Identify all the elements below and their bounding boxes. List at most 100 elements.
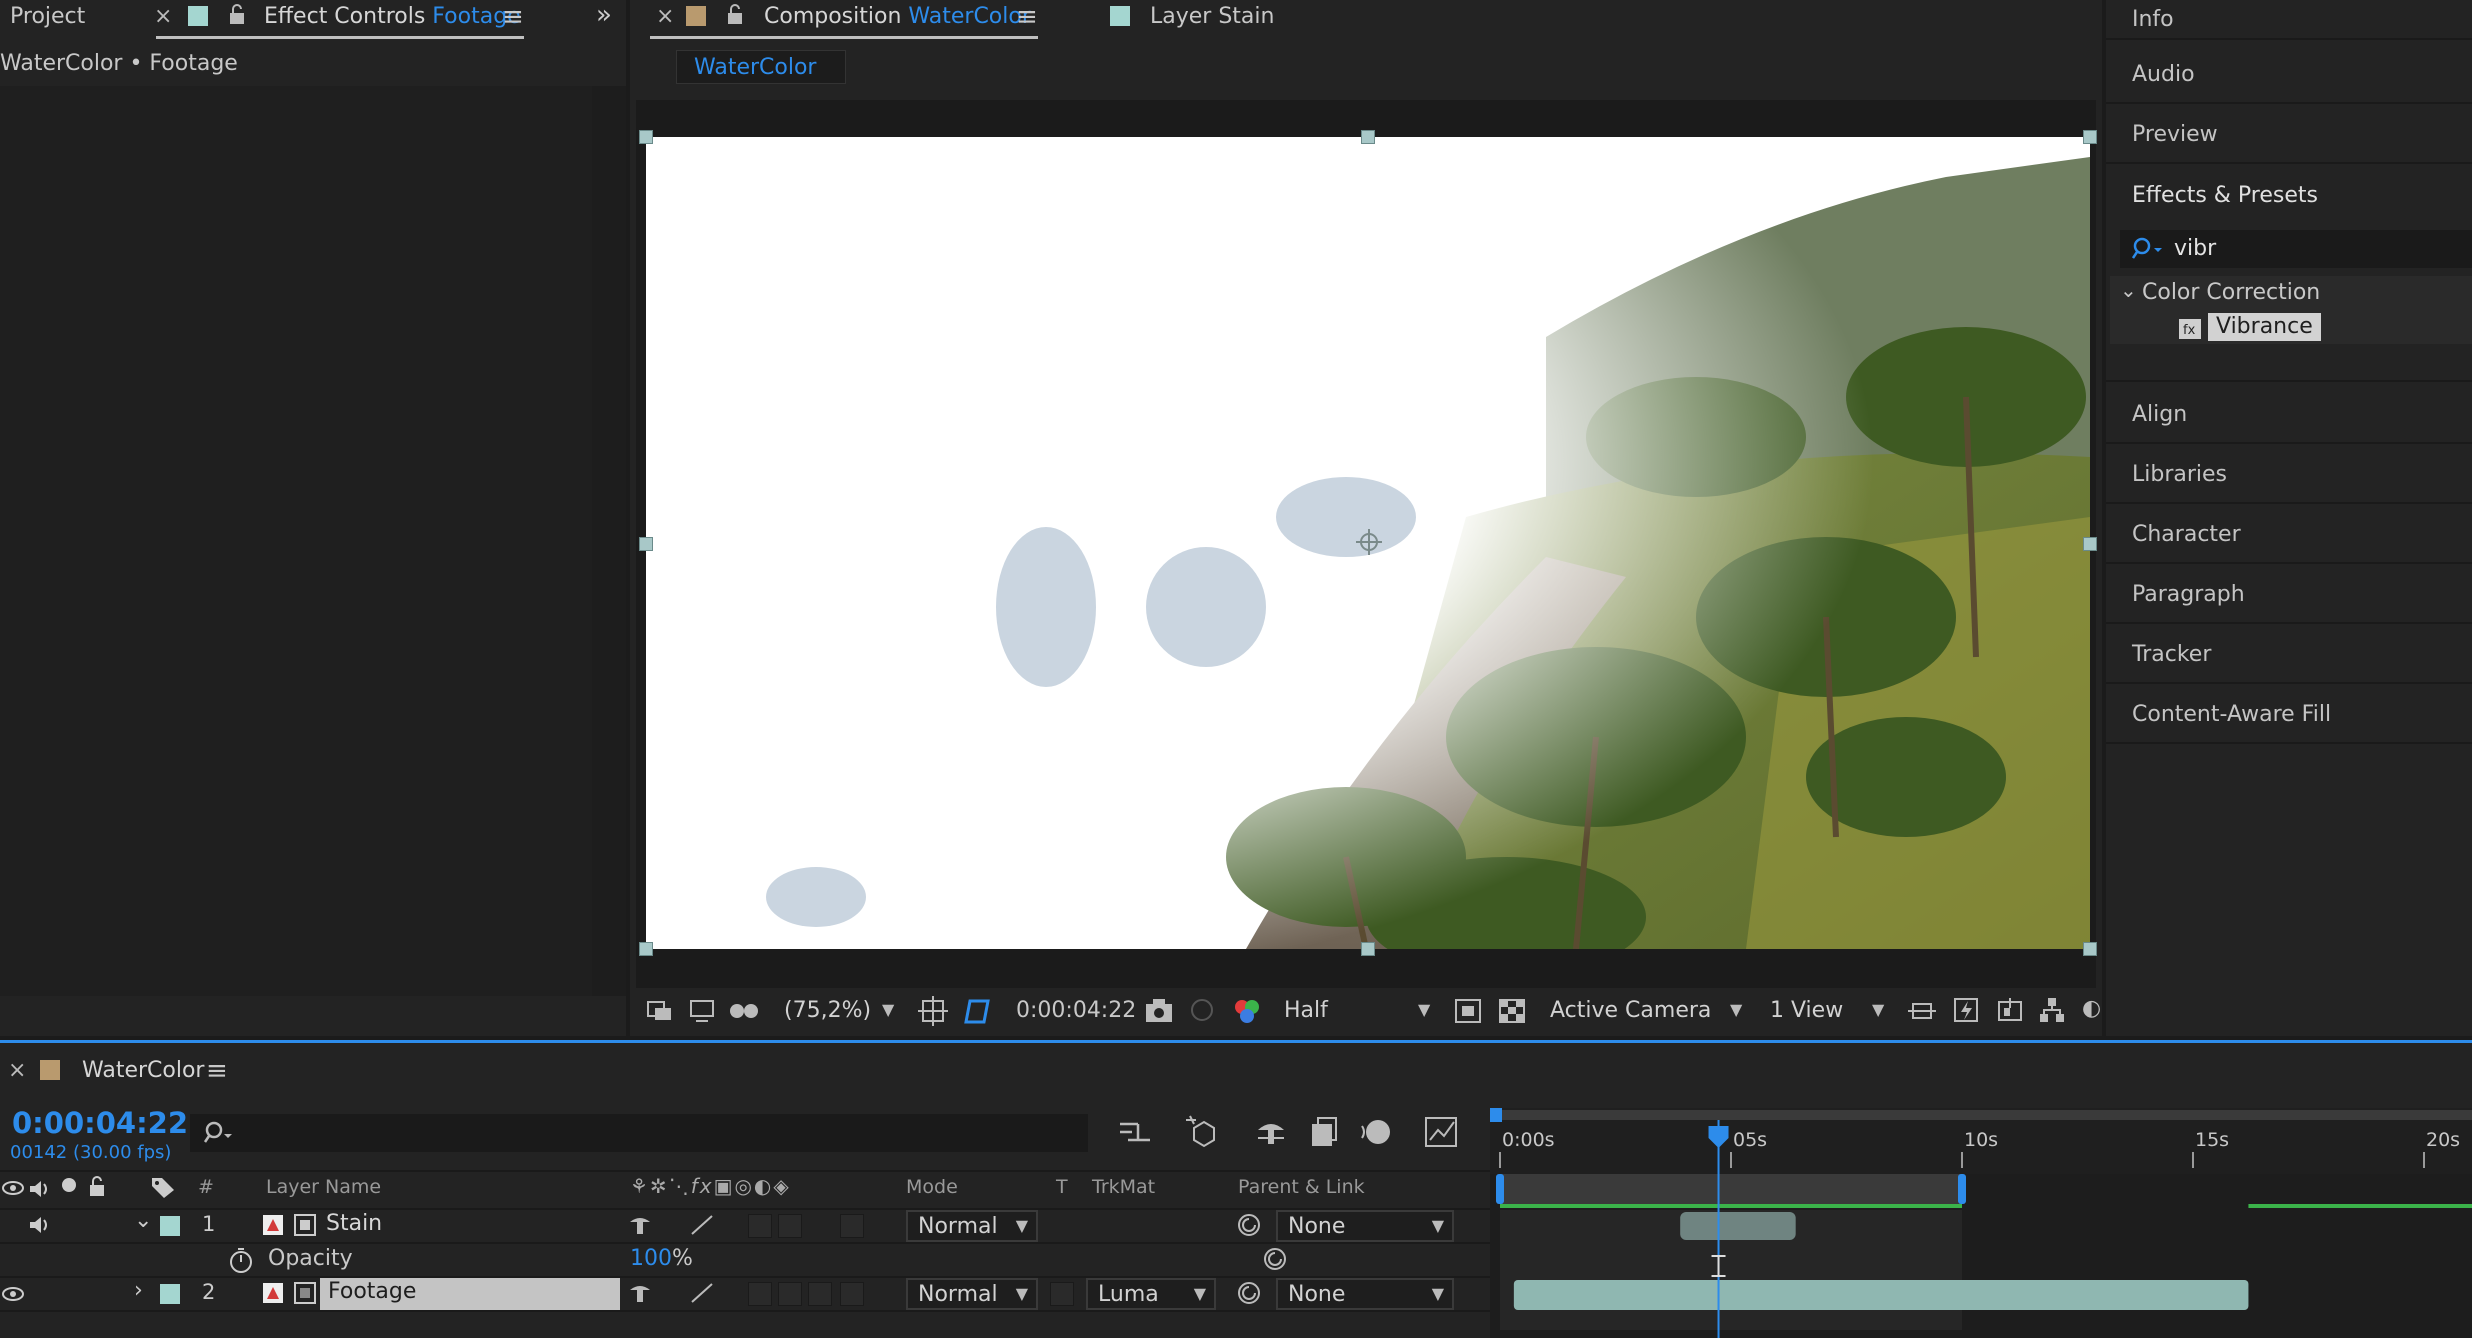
switch-slot[interactable]: [778, 1214, 802, 1238]
opacity-value-group[interactable]: 100%: [630, 1246, 693, 1271]
transform-handle[interactable]: [1361, 130, 1375, 144]
chevron-down-icon[interactable]: ⌄: [2120, 278, 2137, 302]
work-area-start-handle[interactable]: [1496, 1174, 1504, 1204]
transform-handle[interactable]: [1361, 942, 1375, 956]
tab-project[interactable]: Project: [10, 4, 85, 29]
tab-composition[interactable]: Composition WaterColor: [764, 4, 1031, 29]
chevron-down-icon[interactable]: ▼: [1872, 1000, 1884, 1019]
3d-glasses-icon[interactable]: [728, 998, 760, 1024]
switch-slot[interactable]: [748, 1214, 772, 1238]
speaker-icon[interactable]: [28, 1178, 52, 1200]
switch-slot[interactable]: [748, 1282, 772, 1306]
motion-blur-icon[interactable]: [1360, 1116, 1394, 1148]
camera-dropdown[interactable]: Active Camera: [1550, 998, 1711, 1023]
panel-menu-icon[interactable]: ≡: [206, 1056, 228, 1086]
lock-icon[interactable]: [726, 4, 744, 26]
chevron-down-icon[interactable]: ▼: [1730, 1000, 1742, 1019]
eye-icon[interactable]: [2, 1180, 24, 1196]
view-layout-dropdown[interactable]: 1 View: [1770, 998, 1843, 1023]
chevron-down-icon[interactable]: ⌄: [134, 1208, 152, 1233]
graph-editor-icon[interactable]: [1424, 1114, 1458, 1148]
panel-tracker[interactable]: Tracker: [2106, 626, 2472, 684]
color-channels-icon[interactable]: [1232, 996, 1262, 1026]
layer-bar-stain[interactable]: [1680, 1212, 1796, 1240]
solo-icon[interactable]: [62, 1178, 76, 1192]
timeline-icon[interactable]: [1996, 996, 2024, 1024]
panel-character[interactable]: Character: [2106, 506, 2472, 564]
transparency-grid-icon[interactable]: [1498, 998, 1526, 1024]
work-area-end-handle[interactable]: [1958, 1174, 1966, 1204]
draft-3d-icon[interactable]: [1186, 1114, 1222, 1148]
effect-controls-scrollbar[interactable]: [592, 86, 626, 996]
quality-icon[interactable]: [690, 1282, 714, 1304]
panel-info[interactable]: Info: [2106, 0, 2472, 40]
hide-shy-layers-icon[interactable]: [1254, 1118, 1288, 1148]
comp-mini-flowchart-icon[interactable]: [1118, 1118, 1152, 1146]
label-color-swatch[interactable]: [160, 1216, 180, 1236]
switch-slot[interactable]: [840, 1282, 864, 1306]
panel-paragraph[interactable]: Paragraph: [2106, 566, 2472, 624]
resolution-grid-icon[interactable]: [918, 996, 948, 1026]
timeline-search-field[interactable]: [190, 1114, 1088, 1152]
show-snapshot-icon[interactable]: [1188, 996, 1216, 1024]
time-navigator-start-handle[interactable]: [1490, 1108, 1502, 1122]
transform-handle[interactable]: [2083, 130, 2097, 144]
switch-slot[interactable]: [840, 1214, 864, 1238]
fast-previews-icon[interactable]: [1952, 996, 1980, 1024]
lock-icon[interactable]: [228, 4, 246, 26]
camera-snapshot-icon[interactable]: [1144, 996, 1174, 1024]
chevron-down-icon[interactable]: ▼: [1418, 1000, 1430, 1019]
double-chevron-right-icon[interactable]: »: [596, 0, 612, 30]
column-layer-name[interactable]: Layer Name: [266, 1176, 381, 1198]
panel-libraries[interactable]: Libraries: [2106, 446, 2472, 504]
time-navigator[interactable]: [1490, 1110, 2472, 1120]
layer-bar-footage[interactable]: [1513, 1280, 2249, 1310]
panel-menu-icon[interactable]: ≡: [1016, 2, 1038, 32]
opacity-value[interactable]: 100: [630, 1246, 672, 1271]
monitor-icon[interactable]: [688, 998, 716, 1024]
layer-row-stain[interactable]: ⌄ 1 Stain Normal ▼ None ▼: [0, 1208, 1490, 1242]
quality-icon[interactable]: [690, 1214, 714, 1236]
snapshot-layers-icon[interactable]: [646, 998, 674, 1024]
effects-search-input[interactable]: vibr: [2174, 236, 2216, 261]
transform-handle[interactable]: [639, 130, 653, 144]
frame-blending-icon[interactable]: [1308, 1116, 1340, 1148]
viewer-timecode[interactable]: 0:00:04:22: [1016, 998, 1136, 1023]
layer-name[interactable]: Footage: [328, 1279, 416, 1304]
resolution-dropdown[interactable]: Half: [1284, 998, 1328, 1023]
pick-whip-icon[interactable]: [1236, 1280, 1262, 1306]
pick-whip-icon[interactable]: [1236, 1212, 1262, 1238]
layer-parent-dropdown[interactable]: None ▼: [1276, 1210, 1454, 1242]
anchor-point-icon[interactable]: [1354, 527, 1384, 557]
close-icon[interactable]: ×: [656, 4, 674, 29]
label-tag-icon[interactable]: [150, 1176, 176, 1200]
reset-exposure-icon[interactable]: ◐: [2082, 996, 2101, 1021]
layer-name[interactable]: Stain: [326, 1211, 382, 1236]
panel-effects-presets[interactable]: Effects & Presets: [2106, 166, 2472, 224]
effect-vibrance[interactable]: Vibrance: [2208, 313, 2321, 341]
layer-name-selected[interactable]: Footage: [320, 1278, 620, 1310]
label-color-swatch[interactable]: [160, 1284, 180, 1304]
effects-item-row[interactable]: fx Vibrance: [2110, 310, 2472, 344]
tab-layer-stain[interactable]: Layer Stain: [1150, 4, 1274, 29]
layer-trkmat-dropdown[interactable]: Luma ▼: [1086, 1278, 1216, 1310]
work-area-bar[interactable]: [1500, 1174, 1962, 1204]
stopwatch-icon[interactable]: [228, 1246, 254, 1274]
flowchart-icon[interactable]: [2038, 996, 2066, 1024]
panel-content-aware-fill[interactable]: Content-Aware Fill: [2106, 686, 2472, 744]
close-icon[interactable]: ×: [154, 4, 172, 29]
region-of-interest-icon[interactable]: [1454, 998, 1482, 1024]
shy-icon[interactable]: [628, 1214, 652, 1236]
panel-menu-icon[interactable]: ≡: [502, 2, 524, 32]
lock-icon[interactable]: [88, 1176, 106, 1198]
close-icon[interactable]: ×: [8, 1058, 26, 1083]
tab-effect-controls[interactable]: Effect Controls Footage: [264, 4, 521, 29]
timeline-graph[interactable]: 0:00s 05s 10s 15s 20s: [1490, 1108, 2472, 1338]
chevron-down-icon[interactable]: ▼: [882, 1000, 894, 1019]
transform-handle[interactable]: [2083, 942, 2097, 956]
zoom-dropdown[interactable]: (75,2%): [784, 998, 871, 1023]
panel-audio[interactable]: Audio: [2106, 46, 2472, 104]
preserve-transparency-toggle[interactable]: [1050, 1282, 1074, 1306]
chevron-right-icon[interactable]: ›: [134, 1278, 143, 1303]
effects-search-field[interactable]: vibr: [2120, 230, 2472, 268]
